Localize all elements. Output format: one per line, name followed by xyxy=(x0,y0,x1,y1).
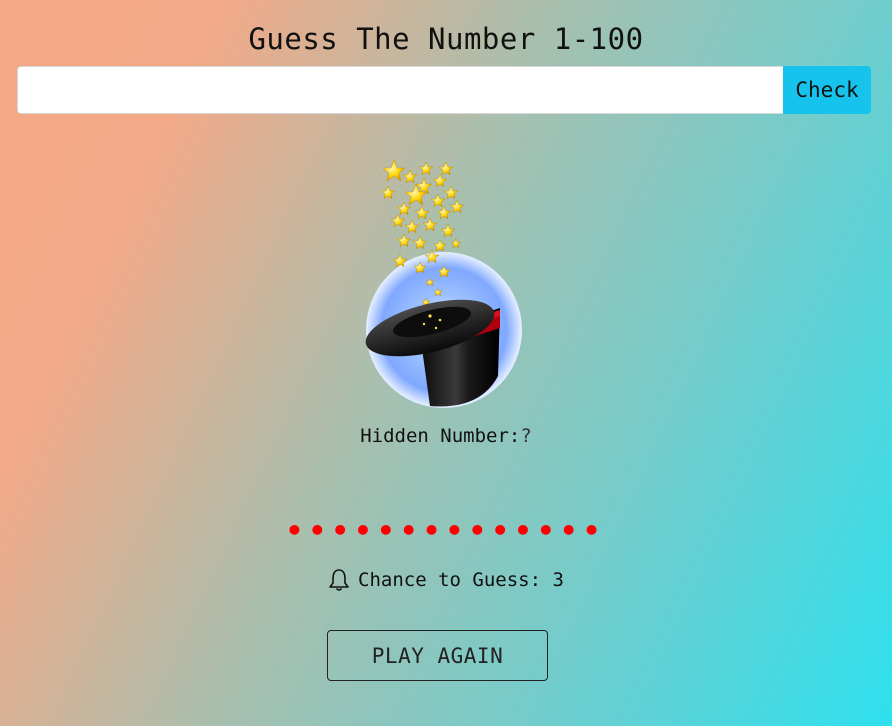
chance-line: Chance to Guess: 3 xyxy=(0,568,892,592)
guess-form: Check xyxy=(17,66,871,114)
hidden-number-label: Hidden Number: xyxy=(360,425,521,447)
hidden-number-value: ? xyxy=(520,425,532,447)
bell-icon xyxy=(328,568,350,592)
hidden-number-line: Hidden Number:? xyxy=(0,425,892,447)
guess-input[interactable] xyxy=(17,66,783,114)
chance-value: 3 xyxy=(552,569,564,591)
check-button[interactable]: Check xyxy=(783,66,871,114)
chance-label: Chance to Guess: xyxy=(358,569,553,591)
play-again-button[interactable]: PLAY AGAIN xyxy=(327,630,548,681)
magic-hat-icon xyxy=(360,158,530,413)
progress-dots: •••••••••••••• xyxy=(285,514,606,547)
page-title: Guess The Number 1-100 xyxy=(248,22,644,56)
